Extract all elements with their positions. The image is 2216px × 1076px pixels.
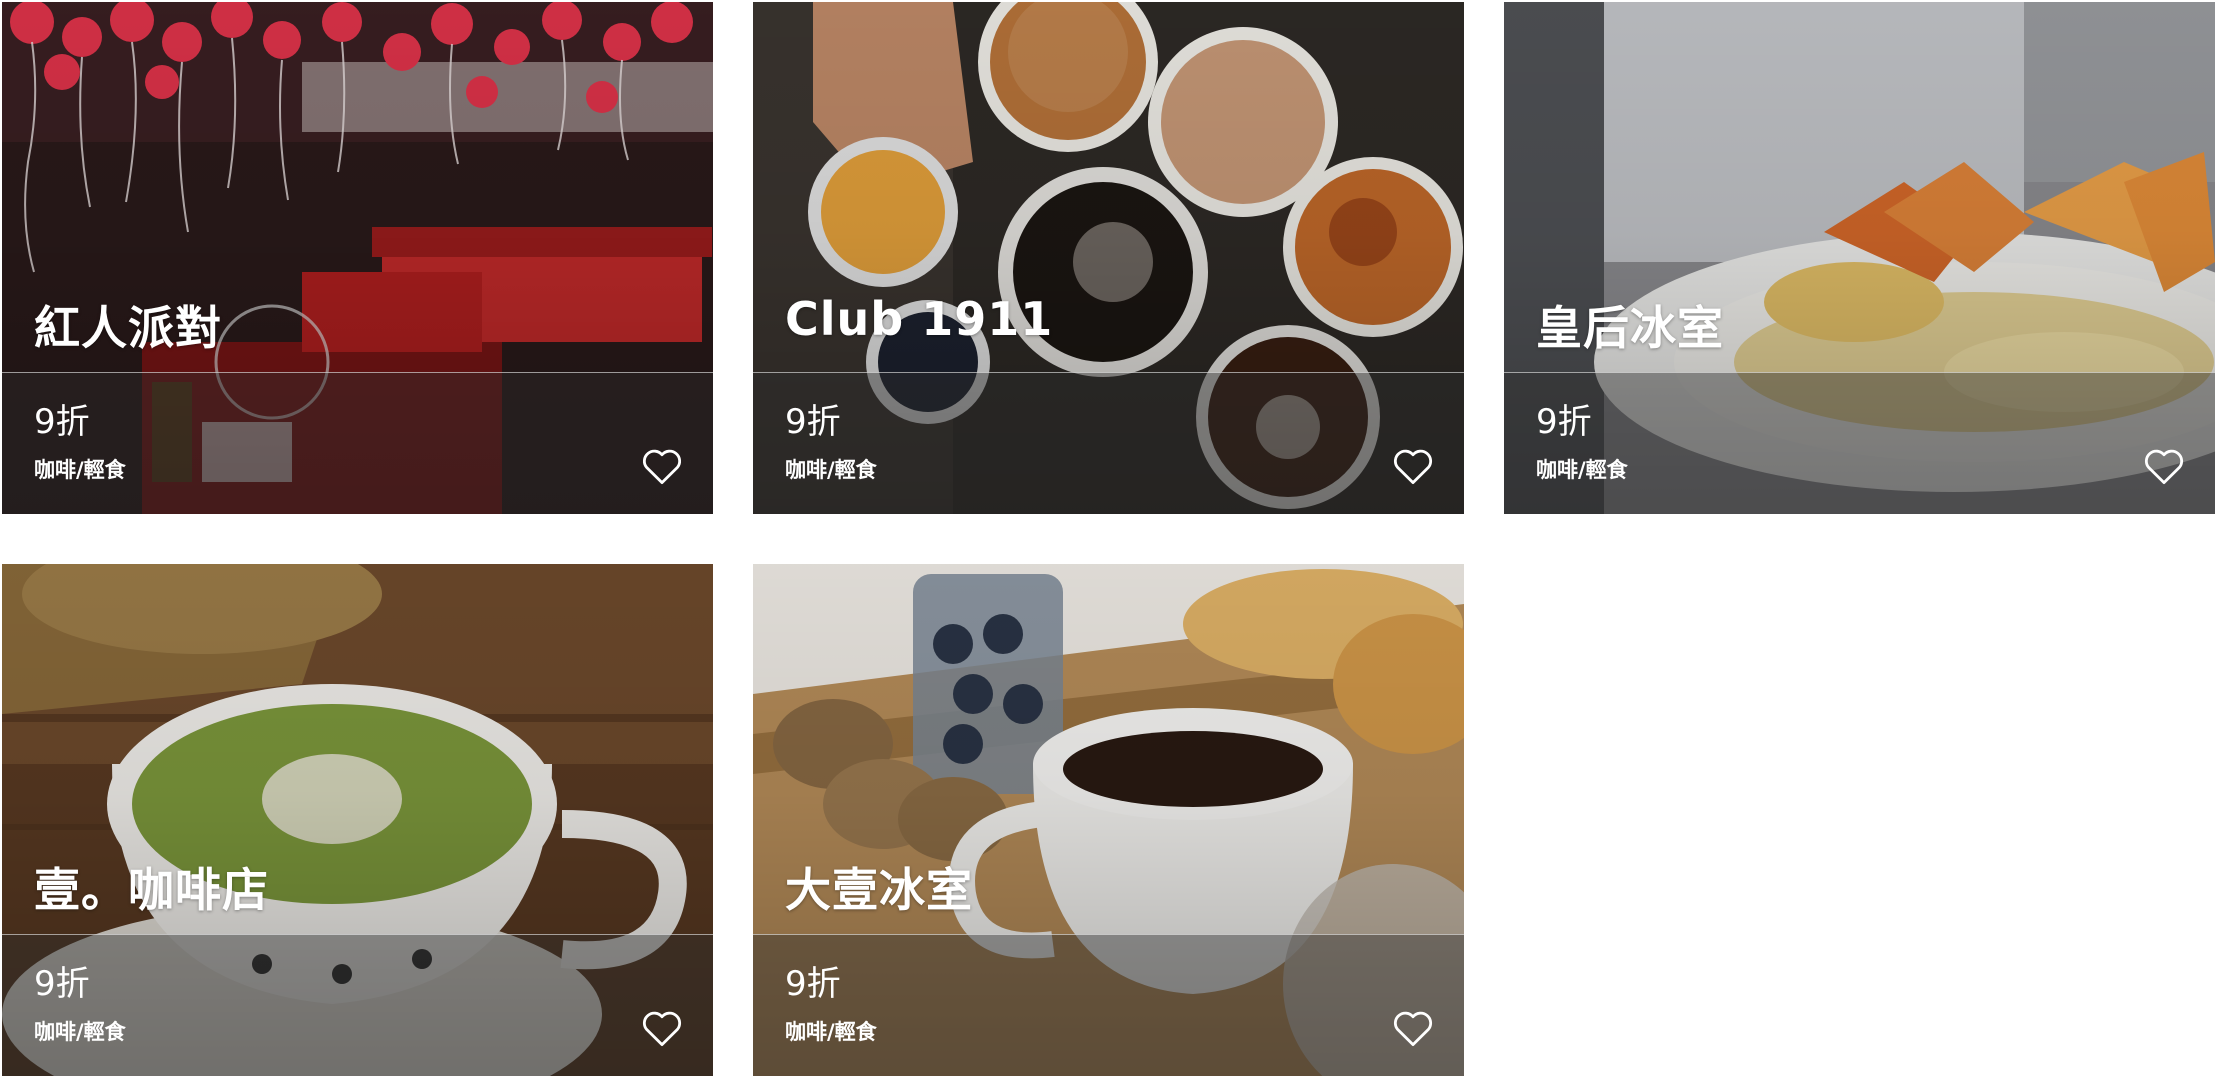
heart-outline-icon[interactable] [2143,446,2185,486]
category-label: 咖啡/輕食 [785,1020,877,1044]
category-label: 咖啡/輕食 [34,1020,126,1044]
heart-outline-icon[interactable] [1392,446,1434,486]
merchant-card[interactable]: 皇后冰室 9折 咖啡/輕食 [1504,2,2215,514]
heart-outline-icon[interactable] [641,1008,683,1048]
merchant-card[interactable]: Club 1911 9折 咖啡/輕食 [753,2,1464,514]
discount-label: 9折 [785,964,841,1004]
category-label: 咖啡/輕食 [1536,458,1628,482]
card-info-band [2,934,713,1076]
discount-label: 9折 [785,402,841,442]
card-info-band [753,934,1464,1076]
card-info-band [2,372,713,514]
merchant-name: 紅人派對 [34,301,222,355]
merchant-card[interactable]: 紅人派對 9折 咖啡/輕食 [2,2,713,514]
heart-outline-icon[interactable] [1392,1008,1434,1048]
category-label: 咖啡/輕食 [34,458,126,482]
category-label: 咖啡/輕食 [785,458,877,482]
merchant-card[interactable]: 大壹冰室 9折 咖啡/輕食 [753,564,1464,1076]
discount-label: 9折 [1536,402,1592,442]
merchant-name: 皇后冰室 [1536,301,1724,355]
merchant-card[interactable]: 壹。咖啡店 9折 咖啡/輕食 [2,564,713,1076]
discount-label: 9折 [34,402,90,442]
merchant-name: 壹。咖啡店 [34,863,269,917]
merchant-card-grid: 紅人派對 9折 咖啡/輕食 Club 1911 9折 咖啡/輕食 皇后冰室 9折… [0,0,2216,1076]
card-info-band [1504,372,2215,514]
discount-label: 9折 [34,964,90,1004]
card-info-band [753,372,1464,514]
merchant-name: 大壹冰室 [785,863,973,917]
merchant-name: Club 1911 [785,292,1054,346]
heart-outline-icon[interactable] [641,446,683,486]
